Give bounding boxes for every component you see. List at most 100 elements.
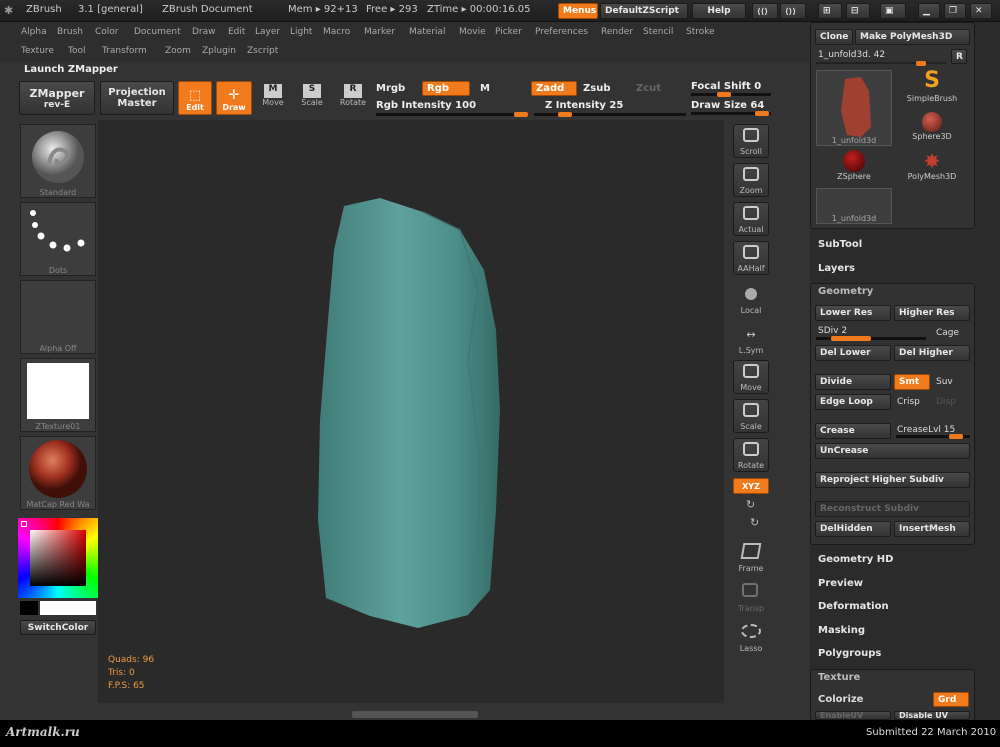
stroke-thumbnail[interactable]: Dots [20,202,96,276]
brush-thumbnail[interactable]: Standard [20,124,96,198]
masking-section[interactable]: Masking [818,625,865,636]
insertmesh-button[interactable]: InsertMesh [894,521,970,537]
scale-view-button[interactable]: Scale [733,399,769,433]
z-intensity-slider[interactable] [534,112,686,117]
primary-color-swatch[interactable] [40,601,96,615]
rgb-intensity-slider[interactable] [376,112,528,117]
higher-res-button[interactable]: Higher Res [894,305,970,321]
lock-icon[interactable]: ▣ [880,3,906,19]
texture-thumbnail[interactable]: ZTexture01 [20,358,96,432]
document-canvas[interactable]: Quads: 96 Tris: 0 F.P.S: 65 [98,120,724,703]
tool-thumb-simplebrush[interactable]: S SimpleBrush [896,68,968,108]
mrgb-button[interactable]: Mrgb [376,83,405,94]
deformation-section[interactable]: Deformation [818,601,889,612]
aahalf-button[interactable]: AAHalf [733,241,769,275]
polygroups-section[interactable]: Polygroups [818,648,881,659]
crisp-button[interactable]: Crisp [897,397,920,407]
help-button[interactable]: Help [692,3,746,19]
edit-button[interactable]: ⬚ Edit [178,81,212,115]
color-picker[interactable] [18,518,98,600]
move-button[interactable]: M Move [258,84,288,116]
tool-thumb-polymesh3d[interactable]: ✸ PolyMesh3D [896,150,968,186]
menu-tool[interactable]: Tool [68,46,85,56]
tool-thumb-zsphere[interactable]: ZSphere [816,150,892,186]
zoom-button[interactable]: Zoom [733,163,769,197]
layout-icon-1[interactable]: ⊞ [818,3,842,19]
menu-draw[interactable]: Draw [192,27,216,37]
focal-shift-knob[interactable] [717,92,731,97]
crease-lvl-knob[interactable] [948,434,963,439]
menu-color[interactable]: Color [95,27,119,37]
tool-thumb-sphere3d[interactable]: Sphere3D [896,110,968,148]
zsub-button[interactable]: Zsub [583,83,610,94]
menu-document[interactable]: Document [134,27,181,37]
geometry-section[interactable]: Geometry [818,286,873,297]
rotate-z-icon[interactable]: ↻ [750,516,759,529]
menu-marker[interactable]: Marker [364,27,395,37]
divide-button[interactable]: Divide [815,374,891,390]
r-button[interactable]: R [951,49,967,64]
geometry-hd-section[interactable]: Geometry HD [818,554,893,565]
menu-transform[interactable]: Transform [102,46,147,56]
layout-left-button[interactable]: ⟨⟨⟩ [752,3,778,19]
menu-render[interactable]: Render [601,27,633,37]
crease-lvl-slider[interactable] [896,434,970,439]
menu-material[interactable]: Material [409,27,446,37]
menu-alpha[interactable]: Alpha [21,27,47,37]
menu-texture[interactable]: Texture [21,46,54,56]
tool-slider[interactable] [816,61,946,66]
menus-button[interactable]: Menus [558,3,598,19]
default-zscript-button[interactable]: DefaultZScript [600,3,688,19]
switch-color-button[interactable]: SwitchColor [20,620,96,635]
menu-zscript[interactable]: Zscript [247,46,278,56]
smt-button[interactable]: Smt [894,374,930,390]
clone-button[interactable]: Clone [815,29,853,45]
lsym-button[interactable]: ↔ L.Sym [733,322,769,356]
del-lower-button[interactable]: Del Lower [815,345,891,361]
sdiv-knob[interactable] [831,336,871,341]
reproject-higher-subdiv-button[interactable]: Reproject Higher Subdiv [815,472,970,488]
subtool-section[interactable]: SubTool [818,239,862,250]
draw-size-knob[interactable] [755,111,770,116]
menu-brush[interactable]: Brush [57,27,83,37]
tool-slider-knob[interactable] [916,61,926,66]
material-thumbnail[interactable]: MatCap Red Wa [20,436,96,510]
suv-button[interactable]: Suv [936,377,953,387]
local-button[interactable]: Local [733,282,769,316]
make-polymesh-button[interactable]: Make PolyMesh3D [855,29,970,45]
frame-button[interactable]: Frame [733,540,769,574]
layout-icon-2[interactable]: ⊟ [846,3,870,19]
zmapper-button[interactable]: ZMapper rev-E [19,81,95,115]
actual-button[interactable]: Actual [733,202,769,236]
tool-thumb-unfold3d[interactable]: 1_unfold3d [816,70,892,146]
projection-master-button[interactable]: Projection Master [100,81,174,115]
secondary-color-swatch[interactable] [20,601,38,615]
menu-edit[interactable]: Edit [228,27,245,37]
color-picker-marker[interactable] [21,521,27,527]
reconstruct-subdiv-button[interactable]: Reconstruct Subdiv [815,501,970,517]
uncrease-button[interactable]: UnCrease [815,443,970,459]
rotate-button[interactable]: R Rotate [337,84,369,116]
zadd-button[interactable]: Zadd [531,81,577,96]
focal-shift-slider[interactable] [691,92,771,97]
m-button[interactable]: M [480,83,490,94]
move-view-button[interactable]: Move [733,360,769,394]
crease-button[interactable]: Crease [815,423,891,439]
sdiv-slider[interactable] [816,336,926,341]
zcut-button[interactable]: Zcut [636,83,661,94]
xyz-button[interactable]: XYZ [733,478,769,494]
menu-preferences[interactable]: Preferences [535,27,588,37]
rotate-y-icon[interactable]: ↻ [746,498,755,511]
menu-zoom[interactable]: Zoom [165,46,191,56]
canvas-scroll-handle[interactable] [352,711,478,718]
minimize-icon[interactable]: ▁ [918,3,940,19]
z-intensity-knob[interactable] [558,112,572,117]
close-icon[interactable]: ✕ [970,3,992,19]
disable-uv-button[interactable]: Disable UV [894,711,970,720]
draw-size-slider[interactable] [691,111,771,116]
menu-layer[interactable]: Layer [255,27,280,37]
layout-right-button[interactable]: ⟨⟩⟩ [780,3,806,19]
grd-button[interactable]: Grd [933,692,969,707]
menu-macro[interactable]: Macro [323,27,350,37]
preview-section[interactable]: Preview [818,578,863,589]
